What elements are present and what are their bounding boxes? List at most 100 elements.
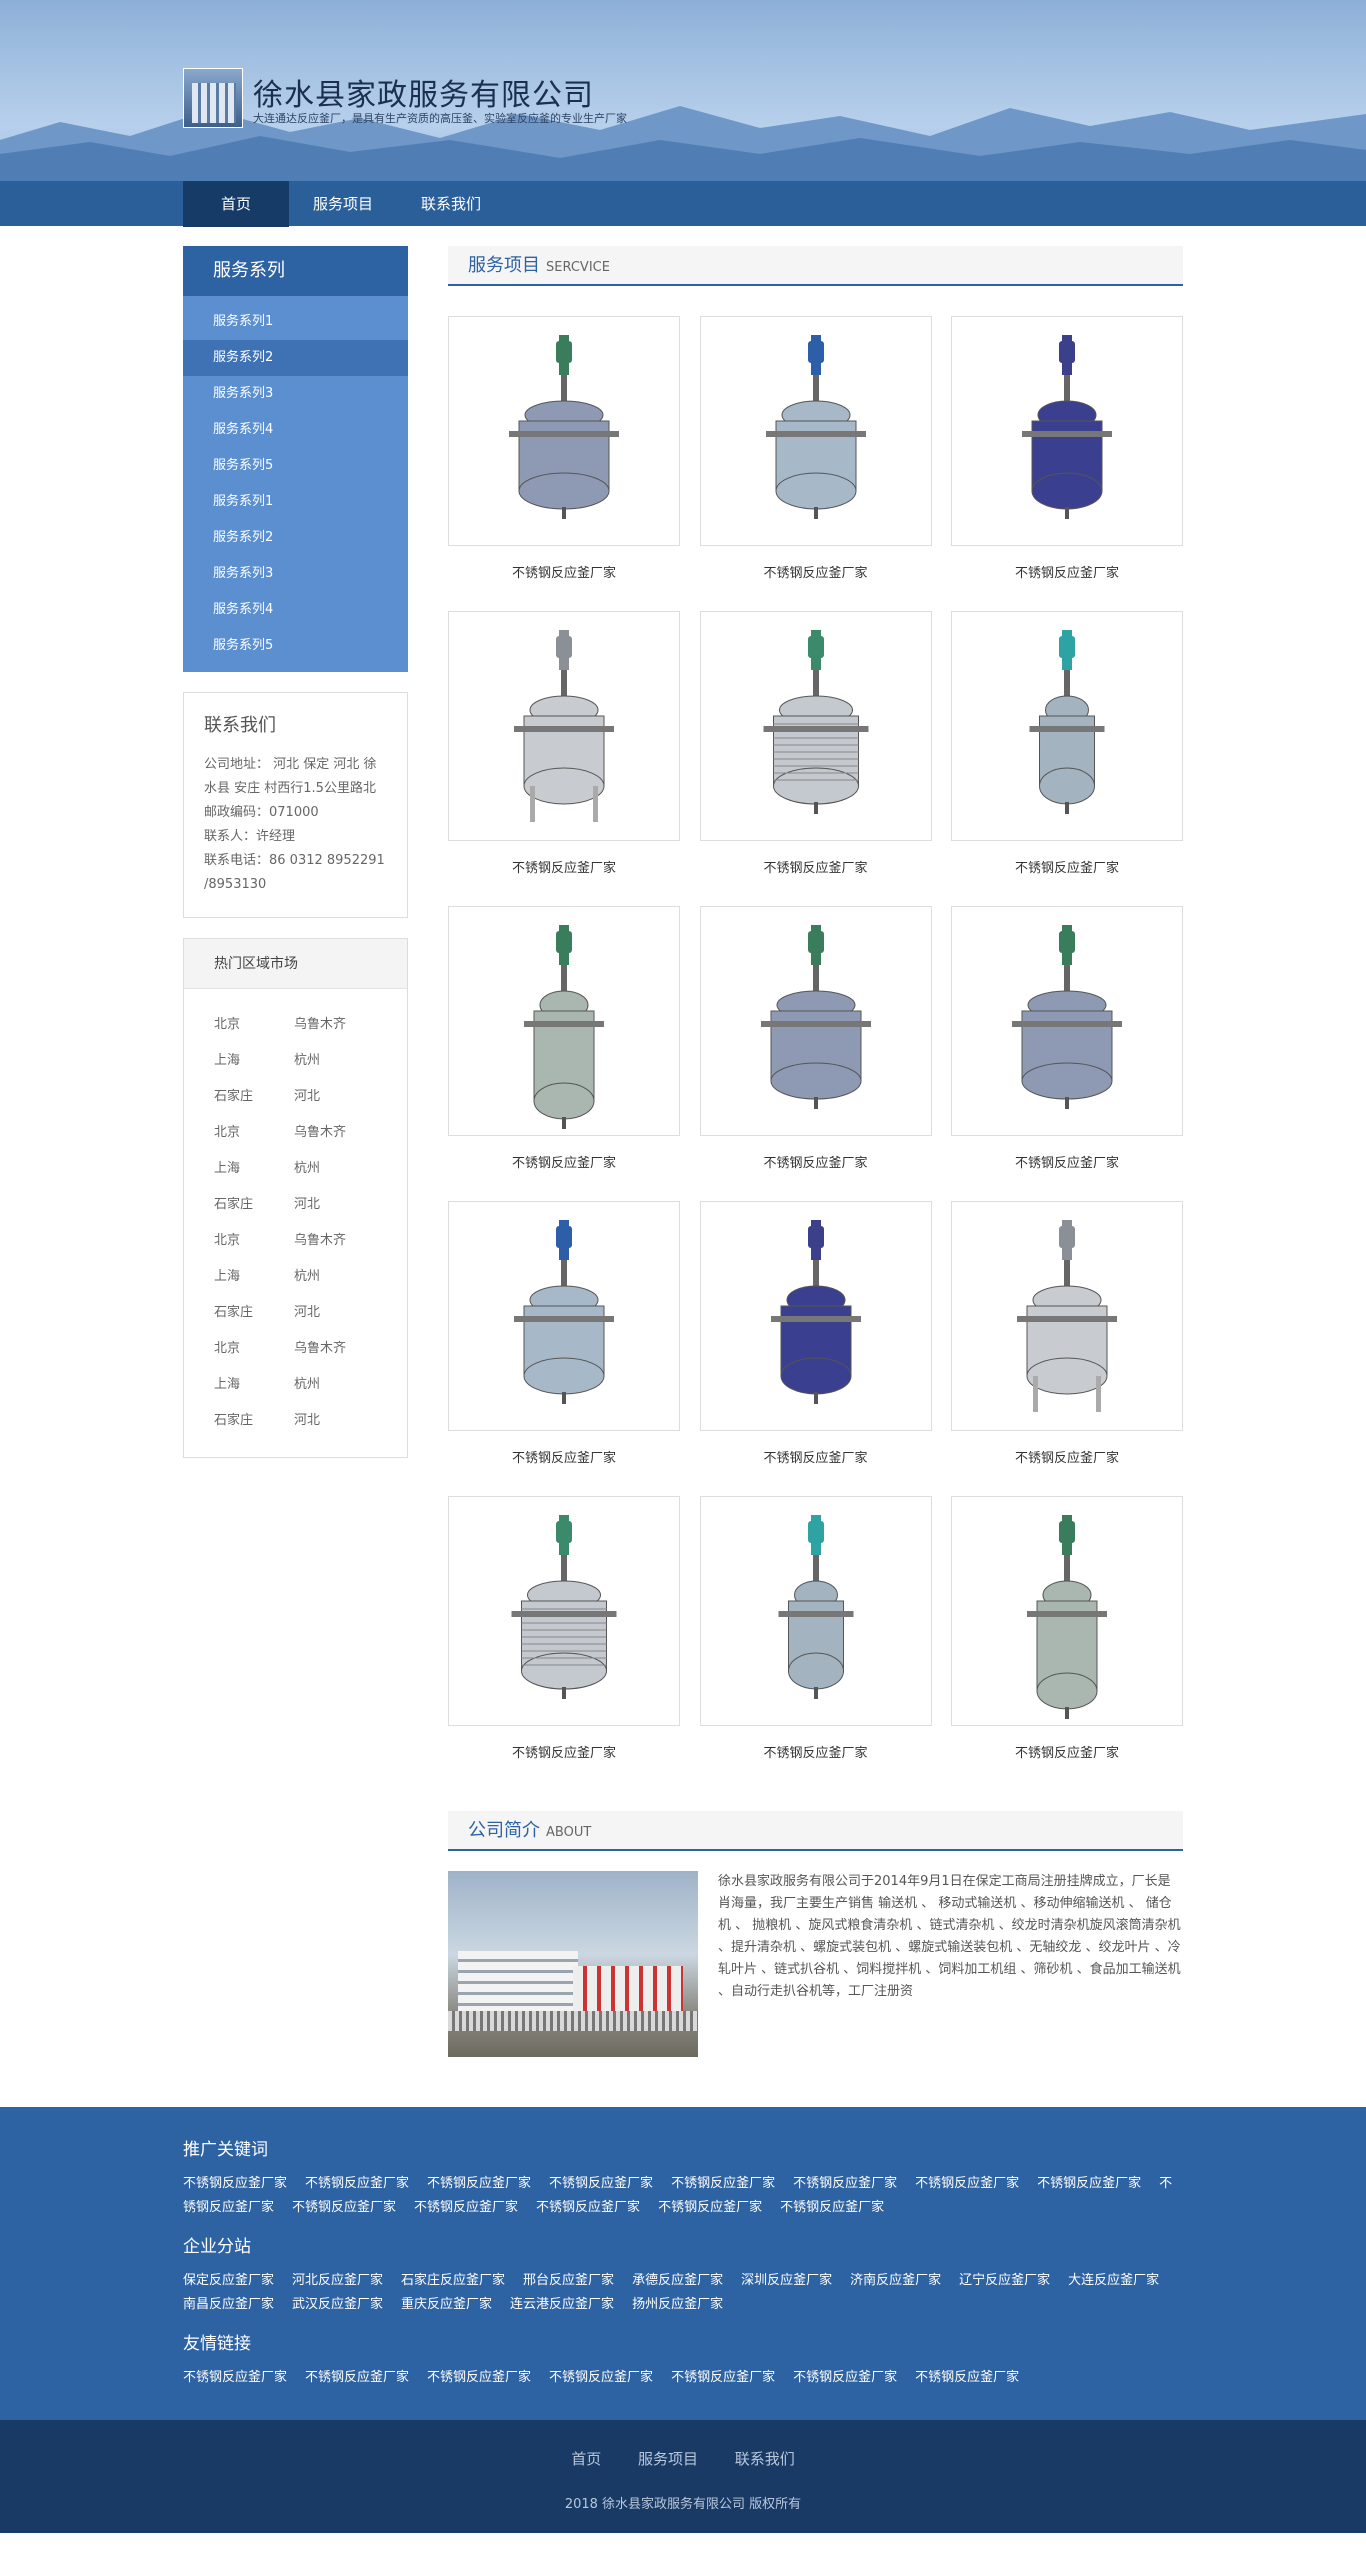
hot-city-link[interactable]: 上海 xyxy=(214,1151,294,1187)
product-card[interactable]: 不锈钢反应釜厂家 xyxy=(448,611,680,876)
product-card[interactable]: 不锈钢反应釜厂家 xyxy=(448,1496,680,1761)
product-name[interactable]: 不锈钢反应釜厂家 xyxy=(700,857,932,876)
hot-city-link[interactable]: 上海 xyxy=(214,1367,294,1403)
hot-city-link[interactable]: 河北 xyxy=(294,1079,374,1115)
hot-city-link[interactable]: 河北 xyxy=(294,1295,374,1331)
sidebar-item-series-3[interactable]: 服务系列3 xyxy=(183,376,408,412)
keyword-link[interactable]: 不锈钢反应釜厂家 xyxy=(658,2200,762,2215)
keyword-link[interactable]: 不锈钢反应釜厂家 xyxy=(671,2176,775,2191)
product-name[interactable]: 不锈钢反应釜厂家 xyxy=(951,562,1183,581)
hot-city-link[interactable]: 石家庄 xyxy=(214,1295,294,1331)
product-name[interactable]: 不锈钢反应釜厂家 xyxy=(448,1447,680,1466)
hot-city-link[interactable]: 杭州 xyxy=(294,1367,374,1403)
sidebar-item-series-5[interactable]: 服务系列5 xyxy=(183,448,408,484)
keyword-link[interactable]: 不锈钢反应釜厂家 xyxy=(427,2176,531,2191)
keyword-link[interactable]: 不锈钢反应釜厂家 xyxy=(536,2200,640,2215)
branch-link[interactable]: 承德反应釜厂家 xyxy=(632,2273,723,2288)
product-name[interactable]: 不锈钢反应釜厂家 xyxy=(951,1742,1183,1761)
reactor-image[interactable] xyxy=(951,1496,1183,1726)
reactor-image[interactable] xyxy=(699,1201,932,1431)
reactor-image[interactable] xyxy=(699,611,932,841)
hot-city-link[interactable]: 乌鲁木齐 xyxy=(294,1331,374,1367)
keyword-link[interactable]: 不锈钢反应釜厂家 xyxy=(414,2200,518,2215)
sidebar-item-series-1[interactable]: 服务系列1 xyxy=(183,304,408,340)
sidebar-item-series-2[interactable]: 服务系列2 xyxy=(183,340,408,376)
hot-city-link[interactable]: 河北 xyxy=(294,1403,374,1439)
reactor-image[interactable] xyxy=(951,316,1183,546)
product-name[interactable]: 不锈钢反应釜厂家 xyxy=(448,1152,680,1171)
reactor-image[interactable] xyxy=(448,906,680,1136)
nav-home[interactable]: 首页 xyxy=(183,181,290,227)
product-card[interactable]: 不锈钢反应釜厂家 xyxy=(699,316,932,581)
keyword-link[interactable]: 不锈钢反应釜厂家 xyxy=(1037,2176,1141,2191)
product-card[interactable]: 不锈钢反应釜厂家 xyxy=(448,316,680,581)
reactor-image[interactable] xyxy=(951,906,1183,1136)
hot-city-link[interactable]: 乌鲁木齐 xyxy=(294,1223,374,1259)
branch-link[interactable]: 扬州反应釜厂家 xyxy=(632,2297,723,2312)
branch-link[interactable]: 辽宁反应釜厂家 xyxy=(959,2273,1050,2288)
friend-link[interactable]: 不锈钢反应釜厂家 xyxy=(549,2370,653,2385)
branch-link[interactable]: 河北反应釜厂家 xyxy=(292,2273,383,2288)
product-name[interactable]: 不锈钢反应釜厂家 xyxy=(700,1152,932,1171)
footer-nav-services[interactable]: 服务项目 xyxy=(638,2450,698,2468)
keyword-link[interactable]: 不锈钢反应釜厂家 xyxy=(292,2200,396,2215)
reactor-image[interactable] xyxy=(448,1201,680,1431)
hot-city-link[interactable]: 石家庄 xyxy=(214,1403,294,1439)
footer-nav-home[interactable]: 首页 xyxy=(571,2450,601,2468)
branch-link[interactable]: 重庆反应釜厂家 xyxy=(401,2297,492,2312)
reactor-image[interactable] xyxy=(699,316,932,546)
friend-link[interactable]: 不锈钢反应釜厂家 xyxy=(671,2370,775,2385)
product-name[interactable]: 不锈钢反应釜厂家 xyxy=(700,1742,932,1761)
branch-link[interactable]: 连云港反应釜厂家 xyxy=(510,2297,614,2312)
hot-city-link[interactable]: 河北 xyxy=(294,1187,374,1223)
company-logo[interactable] xyxy=(183,68,243,128)
sidebar-item-series-3b[interactable]: 服务系列3 xyxy=(183,556,408,592)
product-name[interactable]: 不锈钢反应釜厂家 xyxy=(951,1152,1183,1171)
product-card[interactable]: 不锈钢反应釜厂家 xyxy=(699,1201,932,1466)
hot-city-link[interactable]: 杭州 xyxy=(294,1043,374,1079)
sidebar-item-series-4b[interactable]: 服务系列4 xyxy=(183,592,408,628)
reactor-image[interactable] xyxy=(699,906,932,1136)
branch-link[interactable]: 南昌反应釜厂家 xyxy=(183,2297,274,2312)
keyword-link[interactable]: 不锈钢反应釜厂家 xyxy=(780,2200,884,2215)
sidebar-item-series-1b[interactable]: 服务系列1 xyxy=(183,484,408,520)
sidebar-item-series-2b[interactable]: 服务系列2 xyxy=(183,520,408,556)
product-name[interactable]: 不锈钢反应釜厂家 xyxy=(448,1742,680,1761)
keyword-link[interactable]: 不锈钢反应釜厂家 xyxy=(305,2176,409,2191)
hot-city-link[interactable]: 杭州 xyxy=(294,1259,374,1295)
site-title[interactable]: 徐水县家政服务有限公司 xyxy=(253,70,594,114)
reactor-image[interactable] xyxy=(951,611,1183,841)
product-card[interactable]: 不锈钢反应釜厂家 xyxy=(951,316,1183,581)
keyword-link[interactable]: 不锈钢反应釜厂家 xyxy=(915,2176,1019,2191)
product-name[interactable]: 不锈钢反应釜厂家 xyxy=(448,562,680,581)
product-card[interactable]: 不锈钢反应釜厂家 xyxy=(699,611,932,876)
branch-link[interactable]: 大连反应釜厂家 xyxy=(1068,2273,1159,2288)
keyword-link[interactable]: 不锈钢反应釜厂家 xyxy=(183,2176,287,2191)
reactor-image[interactable] xyxy=(448,1496,680,1726)
product-card[interactable]: 不锈钢反应釜厂家 xyxy=(951,1201,1183,1466)
branch-link[interactable]: 保定反应釜厂家 xyxy=(183,2273,274,2288)
branch-link[interactable]: 武汉反应釜厂家 xyxy=(292,2297,383,2312)
reactor-image[interactable] xyxy=(448,611,680,841)
hot-city-link[interactable]: 杭州 xyxy=(294,1151,374,1187)
footer-nav-contact[interactable]: 联系我们 xyxy=(735,2450,795,2468)
product-name[interactable]: 不锈钢反应釜厂家 xyxy=(700,1447,932,1466)
product-card[interactable]: 不锈钢反应釜厂家 xyxy=(699,906,932,1171)
friend-link[interactable]: 不锈钢反应釜厂家 xyxy=(183,2370,287,2385)
sidebar-item-series-5b[interactable]: 服务系列5 xyxy=(183,628,408,664)
factory-photo[interactable] xyxy=(448,1871,698,2057)
product-name[interactable]: 不锈钢反应釜厂家 xyxy=(951,1447,1183,1466)
friend-link[interactable]: 不锈钢反应釜厂家 xyxy=(427,2370,531,2385)
keyword-link[interactable]: 不锈钢反应釜厂家 xyxy=(793,2176,897,2191)
hot-city-link[interactable]: 北京 xyxy=(214,1007,294,1043)
hot-city-link[interactable]: 乌鲁木齐 xyxy=(294,1007,374,1043)
product-card[interactable]: 不锈钢反应釜厂家 xyxy=(951,906,1183,1171)
product-card[interactable]: 不锈钢反应釜厂家 xyxy=(448,1201,680,1466)
hot-city-link[interactable]: 北京 xyxy=(214,1115,294,1151)
hot-city-link[interactable]: 上海 xyxy=(214,1043,294,1079)
product-card[interactable]: 不锈钢反应釜厂家 xyxy=(951,611,1183,876)
keyword-link[interactable]: 不锈钢反应釜厂家 xyxy=(549,2176,653,2191)
nav-services[interactable]: 服务项目 xyxy=(289,181,397,227)
branch-link[interactable]: 石家庄反应釜厂家 xyxy=(401,2273,505,2288)
hot-city-link[interactable]: 北京 xyxy=(214,1223,294,1259)
